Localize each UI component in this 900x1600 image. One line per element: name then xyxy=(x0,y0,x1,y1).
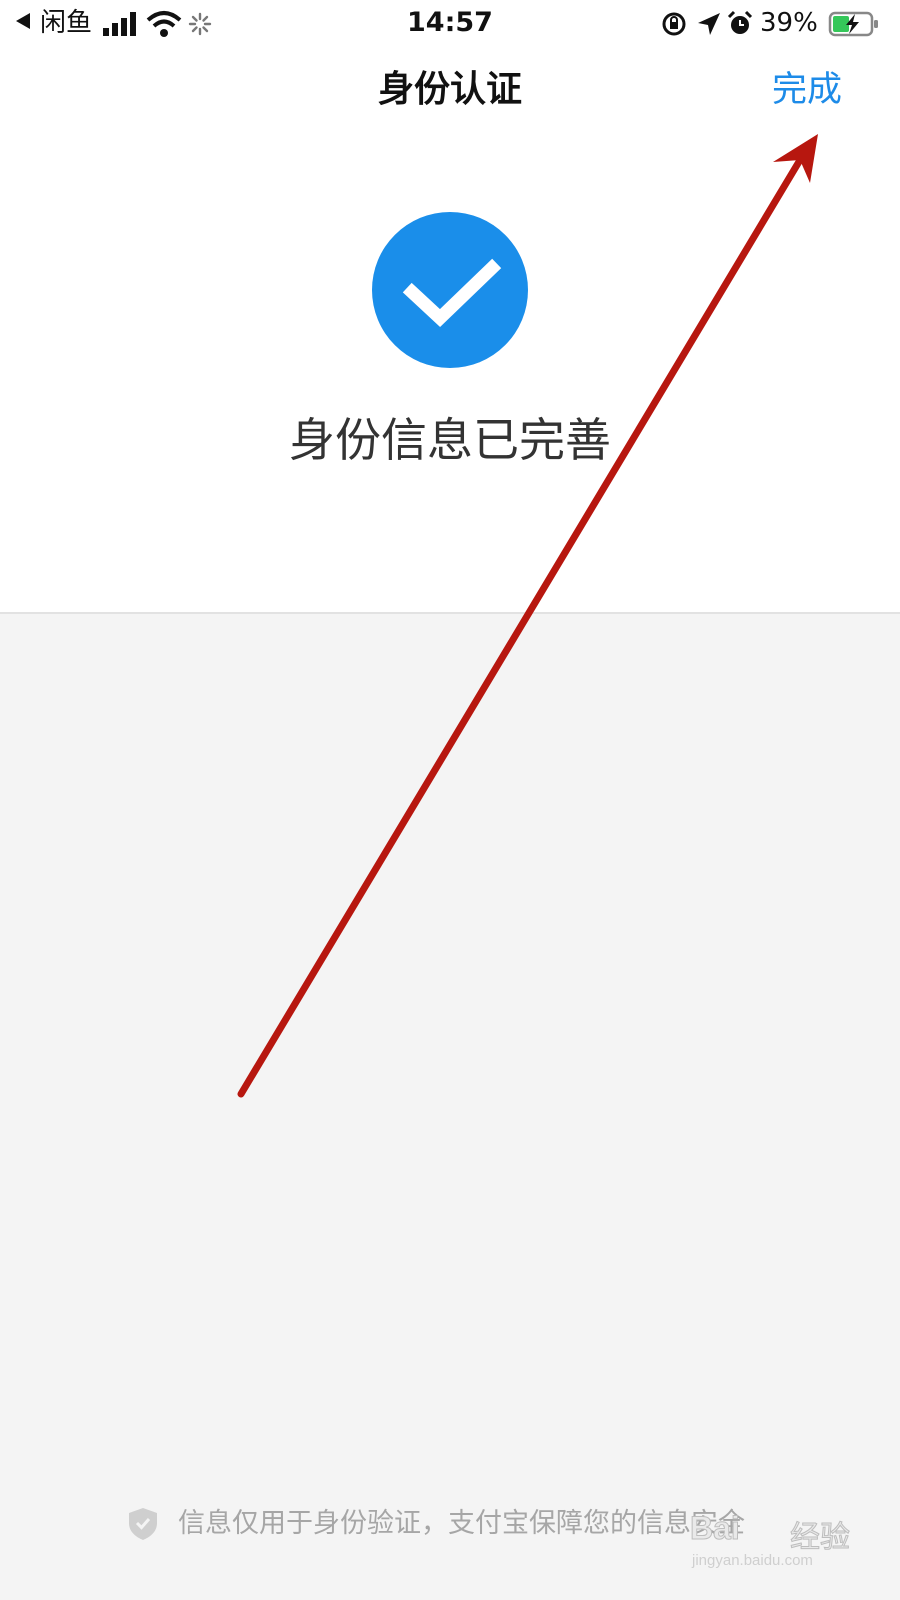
check-circle-icon xyxy=(372,212,528,368)
battery-icon xyxy=(828,6,880,40)
rotation-lock-icon xyxy=(660,6,688,40)
done-button[interactable]: 完成 xyxy=(772,66,842,114)
battery-percent: 39% xyxy=(760,8,818,38)
location-icon xyxy=(696,6,722,40)
watermark-brand: Bai xyxy=(690,1510,741,1547)
alarm-icon xyxy=(726,6,754,40)
success-message: 身份信息已完善 xyxy=(289,413,611,467)
page-title: 身份认证 xyxy=(377,69,522,110)
status-bar: 闲鱼 14:57 39% xyxy=(0,0,900,44)
shield-icon xyxy=(127,1506,159,1542)
security-notice: 信息仅用于身份验证，支付宝保障您的信息安全 xyxy=(178,1508,745,1539)
watermark-cn: 经验 xyxy=(790,1520,851,1556)
watermark-url: jingyan.baidu.com xyxy=(692,1552,813,1569)
screen: 闲鱼 14:57 39% 身份认证 完成 身份信息已完善 信息仅用于身份验证，支… xyxy=(0,0,900,1600)
baidu-jingyan-watermark: Bai 经验 jingyan.baidu.com xyxy=(690,1500,860,1580)
content-card: 闲鱼 14:57 39% 身份认证 完成 身份信息已完善 xyxy=(0,0,900,614)
